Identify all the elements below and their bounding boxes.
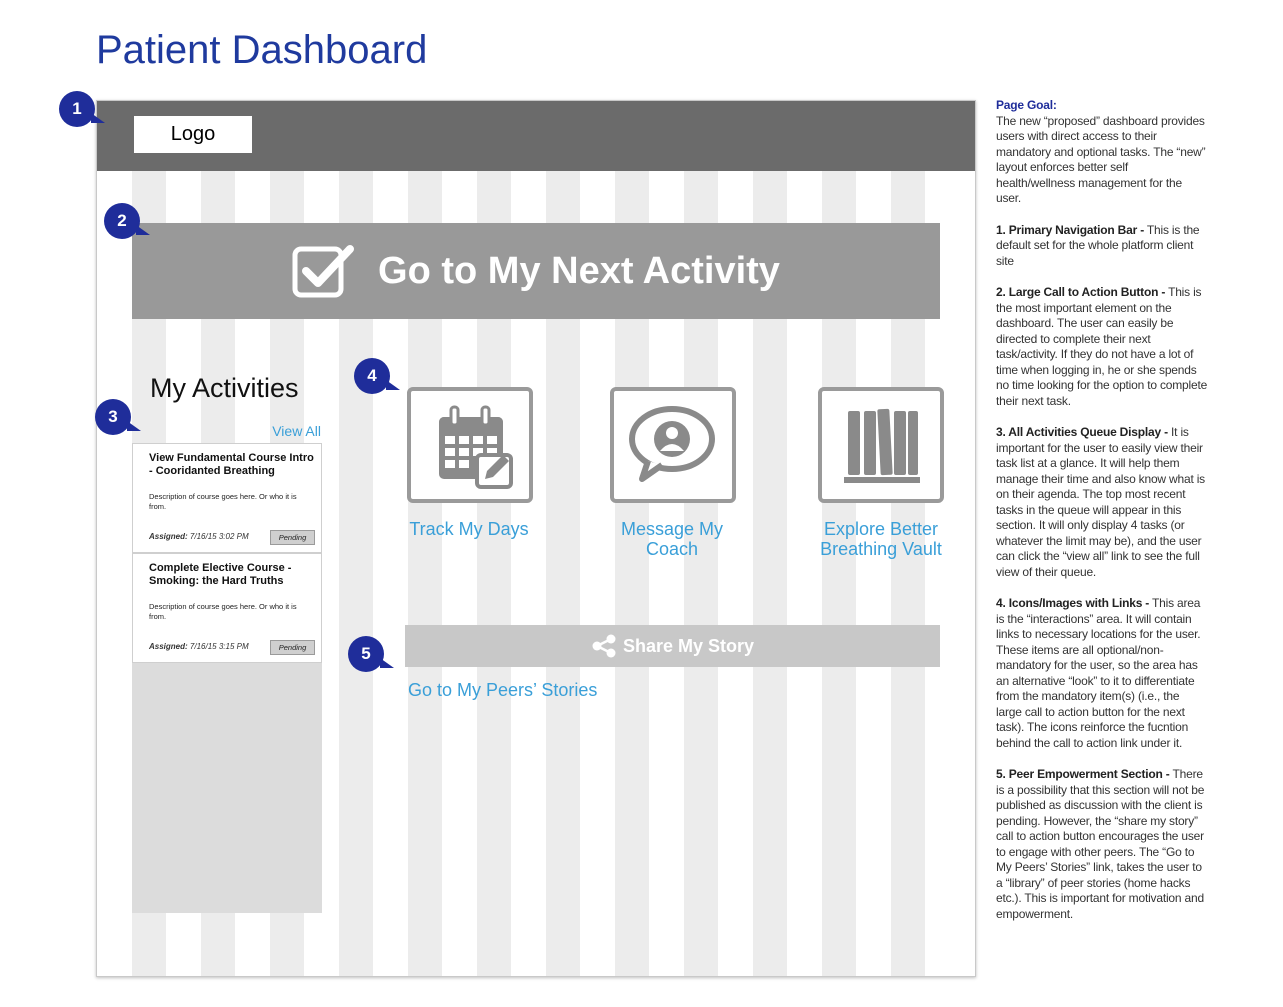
note-text: There is a possibility that this section…	[996, 767, 1205, 921]
task-assigned-label: Assigned:	[149, 532, 188, 541]
calendar-edit-icon	[439, 405, 513, 489]
goal-heading: Page Goal:	[996, 98, 1057, 112]
message-coach-tile[interactable]	[610, 387, 736, 503]
chat-coach-icon	[629, 406, 715, 482]
note-text: This area is the “interactions” area. It…	[996, 596, 1201, 750]
task-description: Description of course goes here. Or who …	[149, 492, 297, 511]
task-assigned-date: 7/16/15 3:15 PM	[189, 642, 249, 651]
message-coach-link[interactable]: Message My Coach	[602, 519, 742, 559]
view-all-link[interactable]: View All	[267, 423, 321, 439]
notes-panel: Page Goal: The new “proposed” dashboard …	[996, 98, 1208, 938]
task-assigned-label: Assigned:	[149, 642, 188, 651]
note-heading: 3. All Activities Queue Display -	[996, 425, 1168, 439]
annotation-badge: 4	[354, 358, 400, 394]
logo[interactable]: Logo	[134, 116, 252, 153]
share-icon	[592, 634, 616, 658]
share-story-button[interactable]: Share My Story	[405, 625, 940, 667]
task-description: Description of course goes here. Or who …	[149, 602, 297, 621]
annotation-badge: 3	[95, 399, 141, 435]
annotation-badge: 2	[104, 203, 150, 239]
dashboard-wireframe: Logo Go to My Next Activity My Activitie…	[96, 100, 976, 977]
next-activity-label: Go to My Next Activity	[378, 249, 780, 292]
note-heading: 4. Icons/Images with Links -	[996, 596, 1150, 610]
activities-queue: View Fundamental Course Intro - Cooridan…	[132, 443, 322, 913]
note-heading: 1. Primary Navigation Bar -	[996, 222, 1144, 237]
books-icon	[844, 408, 920, 483]
note-text: This is the most important element on th…	[996, 285, 1208, 408]
task-assigned: Assigned: 7/16/15 3:02 PM	[149, 532, 249, 541]
task-card[interactable]: View Fundamental Course Intro - Cooridan…	[132, 443, 322, 553]
breathing-vault-tile[interactable]	[818, 387, 944, 503]
breathing-vault-link[interactable]: Explore Better Breathing Vault	[814, 519, 948, 559]
task-title: Complete Elective Course - Smoking: the …	[149, 562, 292, 587]
next-activity-button[interactable]: Go to My Next Activity	[132, 223, 940, 319]
checkbox-icon	[292, 245, 355, 298]
annotation-badge: 5	[348, 636, 394, 672]
status-badge: Pending	[270, 640, 315, 655]
track-days-tile[interactable]	[407, 387, 533, 503]
page-title: Patient Dashboard	[96, 28, 428, 72]
task-assigned: Assigned: 7/16/15 3:15 PM	[149, 642, 249, 651]
annotation-badge: 1	[59, 91, 105, 127]
task-title: View Fundamental Course Intro - Cooridan…	[149, 452, 314, 477]
status-badge: Pending	[270, 530, 315, 545]
activities-title: My Activities	[150, 373, 299, 403]
share-story-label: Share My Story	[622, 635, 755, 656]
note-text: It is important for the user to easily v…	[996, 425, 1205, 579]
primary-navigation-bar: Logo	[97, 101, 975, 171]
task-assigned-date: 7/16/15 3:02 PM	[189, 532, 249, 541]
note-heading: 5. Peer Empowerment Section -	[996, 767, 1170, 781]
track-days-link[interactable]: Track My Days	[402, 519, 536, 539]
task-card[interactable]: Complete Elective Course - Smoking: the …	[132, 553, 322, 663]
goal-text: The new “proposed” dashboard provides us…	[996, 113, 1206, 206]
note-heading: 2. Large Call to Action Button -	[996, 285, 1166, 299]
peers-stories-link[interactable]: Go to My Peers’ Stories	[408, 680, 597, 701]
